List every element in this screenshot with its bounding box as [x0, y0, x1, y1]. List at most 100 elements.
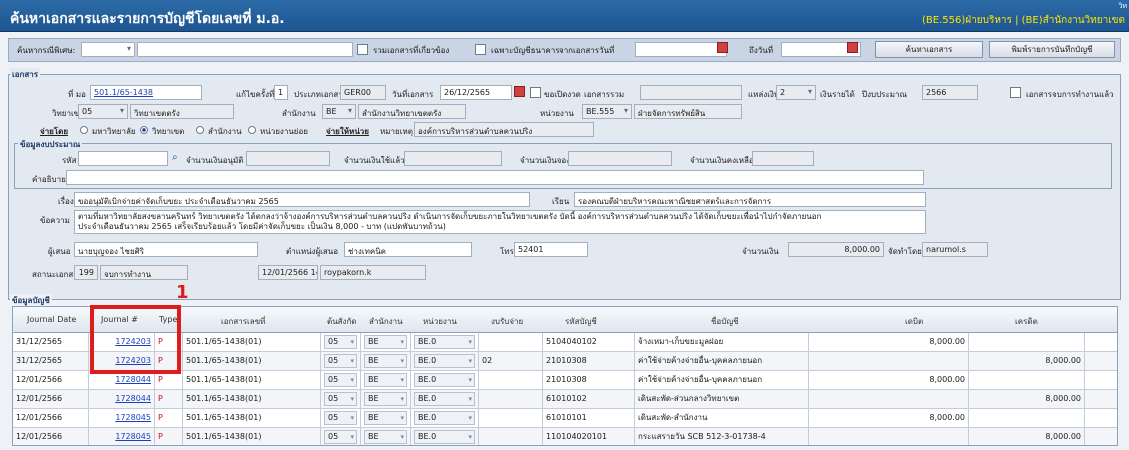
- cell-credit-value: 8,000.00: [1045, 356, 1081, 365]
- description-field[interactable]: [66, 170, 924, 185]
- attached-label: เอกสารรวม: [584, 90, 625, 99]
- cell-campus-combo[interactable]: 05 ▾: [324, 335, 357, 349]
- col-budget[interactable]: งบรับจ่าย: [491, 315, 523, 328]
- doc-no-field[interactable]: 501.1/65-1438: [90, 85, 202, 100]
- cell-office-combo[interactable]: BE ▾: [364, 373, 407, 387]
- table-row[interactable]: 31/12/2565 1724203 P 501.1/65-1438(01) 05 ▾ BE…: [13, 352, 1117, 371]
- journal-link[interactable]: 1728045: [115, 432, 151, 441]
- col-credit[interactable]: เครดิต: [1015, 315, 1038, 328]
- journal-link[interactable]: 1724203: [115, 356, 151, 365]
- cell-campus-value: 05: [328, 432, 339, 441]
- journal-link[interactable]: 1728044: [115, 375, 151, 384]
- reserved-label: จำนวนเงินจอง: [520, 156, 571, 165]
- cell-campus-combo[interactable]: 05 ▾: [324, 373, 357, 387]
- table-row[interactable]: 12/01/2566 1728045 P 501.1/65-1438(01) 05 ▾ BE…: [13, 428, 1117, 445]
- search-icon[interactable]: ⌕: [172, 152, 178, 163]
- col-account[interactable]: รหัสบัญชี: [565, 315, 597, 328]
- campus-combo[interactable]: 05 ▾: [78, 104, 128, 119]
- cell-office-combo[interactable]: BE ▾: [364, 411, 407, 425]
- cell-unit-combo[interactable]: BE.0 ▾: [414, 430, 475, 444]
- payer-radio-campus[interactable]: [140, 126, 148, 134]
- bank-only-checkbox[interactable]: [475, 44, 486, 55]
- unit-combo[interactable]: BE.555 ▾: [582, 104, 632, 119]
- col-type[interactable]: Type: [159, 315, 177, 324]
- to-field[interactable]: รองคณบดีฝ่ายบริหารคณะพาณิชยศาสตร์และการจ…: [574, 192, 926, 207]
- col-doc-no[interactable]: เอกสารเลขที่: [221, 315, 265, 328]
- cell-office: BE ▾: [361, 371, 411, 390]
- from-date-input[interactable]: [635, 42, 727, 57]
- cell-journal[interactable]: 1728045: [89, 428, 155, 445]
- cell-unit-combo[interactable]: BE.0 ▾: [414, 354, 475, 368]
- calendar-icon[interactable]: [847, 42, 858, 53]
- description-label: คำอธิบาย: [32, 175, 66, 184]
- phone-field[interactable]: 52401: [514, 242, 588, 257]
- doc-no-link[interactable]: 501.1/65-1438: [94, 88, 153, 97]
- table-row[interactable]: 12/01/2566 1728044 P 501.1/65-1438(01) 05 ▾ BE…: [13, 390, 1117, 409]
- proposer-field[interactable]: นายบุญจอง ไชยศิริ: [74, 242, 258, 257]
- cell-unit-combo[interactable]: BE.0 ▾: [414, 392, 475, 406]
- cell-office-combo[interactable]: BE ▾: [364, 354, 407, 368]
- cell-unit-combo[interactable]: BE.0 ▾: [414, 411, 475, 425]
- col-office[interactable]: สำนักงาน: [369, 315, 403, 328]
- payer-option-campus: วิทยาเขต: [152, 127, 185, 136]
- cell-unit-combo[interactable]: BE.0 ▾: [414, 373, 475, 387]
- related-docs-checkbox[interactable]: [357, 44, 368, 55]
- body-field[interactable]: ตามที่มหาวิทยาลัยสงขลานครินทร์ วิทยาเขตต…: [74, 210, 926, 234]
- col-debit[interactable]: เดบิต: [905, 315, 923, 328]
- cell-account: 21010308: [543, 371, 635, 390]
- cell-campus-combo[interactable]: 05 ▾: [324, 411, 357, 425]
- col-campus[interactable]: ต้นสังกัด: [327, 315, 357, 328]
- table-row[interactable]: 12/01/2566 1728045 P 501.1/65-1438(01) 05 ▾ BE…: [13, 409, 1117, 428]
- special-search-input[interactable]: [137, 42, 353, 57]
- calendar-icon[interactable]: [514, 86, 525, 97]
- payer-radio-university[interactable]: [80, 126, 88, 134]
- table-row[interactable]: 31/12/2565 1724203 P 501.1/65-1438(01) 05 ▾ BE…: [13, 333, 1117, 352]
- chevron-down-icon: ▾: [468, 395, 472, 403]
- chevron-down-icon: ▾: [468, 376, 472, 384]
- calendar-icon[interactable]: [717, 42, 728, 53]
- open-request-checkbox[interactable]: [530, 87, 541, 98]
- cell-campus-combo[interactable]: 05 ▾: [324, 392, 357, 406]
- doc-date-field[interactable]: 26/12/2565: [440, 85, 512, 100]
- search-button[interactable]: ค้นหาเอกสาร: [875, 41, 983, 58]
- subject-field[interactable]: ขออนุมัติเบิกจ่ายค่าจัดเก็บขยะ ประจำเดือ…: [74, 192, 530, 207]
- journal-link[interactable]: 1728044: [115, 394, 151, 403]
- journal-link[interactable]: 1728045: [115, 413, 151, 422]
- cell-journal[interactable]: 1728044: [89, 371, 155, 390]
- process-doc-checkbox[interactable]: [1010, 87, 1021, 98]
- special-search-combo[interactable]: ▾: [81, 42, 135, 57]
- col-account-name[interactable]: ชื่อบัญชี: [711, 315, 739, 328]
- cell-campus-combo[interactable]: 05 ▾: [324, 354, 357, 368]
- cell-journal[interactable]: 1728045: [89, 409, 155, 428]
- position-field[interactable]: ช่างเทคนิค: [344, 242, 472, 257]
- table-row[interactable]: 12/01/2566 1728044 P 501.1/65-1438(01) 05 ▾ BE…: [13, 371, 1117, 390]
- cell-budget: [479, 409, 543, 428]
- office-combo[interactable]: BE ▾: [322, 104, 356, 119]
- col-journal-date[interactable]: Journal Date: [27, 315, 76, 324]
- cell-office-combo[interactable]: BE ▾: [364, 430, 407, 444]
- chevron-down-icon: ▾: [468, 357, 472, 365]
- cell-journal[interactable]: 1724203: [89, 333, 155, 352]
- cell-campus-combo[interactable]: 05 ▾: [324, 430, 357, 444]
- cell-name-value: ค่าใช้จ่ายค้างจ่ายอื่น-บุคคลภายนอก: [638, 375, 763, 384]
- payer-option-university: มหาวิทยาลัย: [92, 127, 136, 136]
- fiscal-year-field: 2566: [922, 85, 978, 100]
- cell-office-combo[interactable]: BE ▾: [364, 335, 407, 349]
- fund-source-combo[interactable]: 2 ▾: [776, 85, 816, 100]
- chevron-down-icon: ▾: [350, 395, 354, 403]
- col-journal-no[interactable]: Journal #: [101, 315, 138, 324]
- budget-code-field[interactable]: [78, 151, 168, 166]
- cell-journal[interactable]: 1724203: [89, 352, 155, 371]
- journal-link[interactable]: 1724203: [115, 337, 151, 346]
- payer-radio-office[interactable]: [196, 126, 204, 134]
- cell-budget-value: 02: [482, 356, 493, 365]
- ledger-table: Journal Date Journal # Type เอกสารเลขที่…: [12, 306, 1118, 446]
- col-unit[interactable]: หน่วยงาน: [423, 315, 457, 328]
- cell-unit-combo[interactable]: BE.0 ▾: [414, 335, 475, 349]
- cell-date-value: 12/01/2566: [16, 394, 63, 403]
- cell-office-combo[interactable]: BE ▾: [364, 392, 407, 406]
- print-button[interactable]: พิมพ์รายการบันทึกบัญชี: [989, 41, 1115, 58]
- cell-journal[interactable]: 1728044: [89, 390, 155, 409]
- payer-radio-subunit[interactable]: [248, 126, 256, 134]
- to-date-label: ถึงวันที่: [749, 46, 773, 55]
